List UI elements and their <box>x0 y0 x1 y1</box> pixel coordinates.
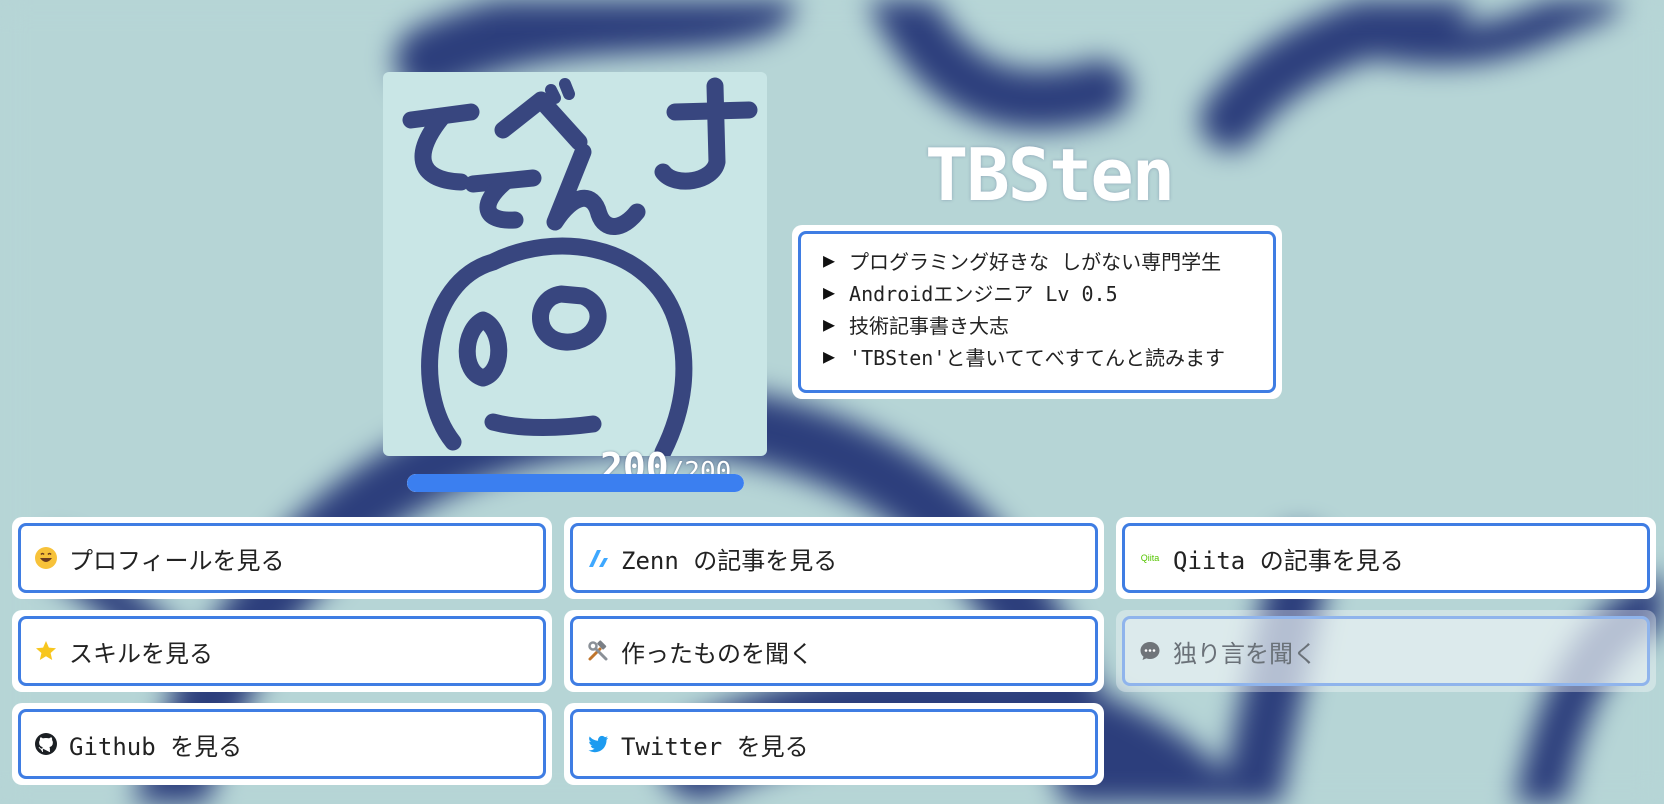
profile-button-label: プロフィールを見る <box>69 546 285 575</box>
qiita-button-label: Qiita の記事を見る <box>1173 546 1404 575</box>
bio-item-text: プログラミング好きな しがない専門学生 <box>849 249 1222 274</box>
works-button[interactable]: 作ったものを聞く <box>564 610 1104 692</box>
triangle-bullet-icon: ▶ <box>823 344 836 368</box>
bio-item-text: 'TBSten'と書いててべすてんと読みます <box>849 345 1225 370</box>
hp-bar <box>407 474 744 492</box>
zenn-button-label: Zenn の記事を見る <box>621 546 838 575</box>
github-button-label: Github を見る <box>69 732 243 761</box>
bio-item-text: Androidエンジニア Lv 0.5 <box>849 281 1118 306</box>
twitter-button-label: Twitter を見る <box>621 732 809 761</box>
hp-bar-fill <box>407 474 744 492</box>
triangle-bullet-icon: ▶ <box>823 312 836 336</box>
github-icon <box>33 731 59 757</box>
triangle-bullet-icon: ▶ <box>823 280 836 304</box>
monologue-button-label: 独り言を聞く <box>1173 639 1317 668</box>
bio-item: ▶ Androidエンジニア Lv 0.5 <box>823 276 1273 308</box>
monologue-button[interactable]: 独り言を聞く <box>1116 610 1656 692</box>
skills-button[interactable]: スキルを見る <box>12 610 552 692</box>
twitter-bird-icon <box>585 731 611 757</box>
bio-card: ▶ プログラミング好きな しがない専門学生 ▶ Androidエンジニア Lv 0.… <box>792 225 1282 399</box>
qiita-logo-icon: Qiita <box>1140 553 1160 563</box>
zenn-logo-icon <box>585 545 611 571</box>
github-button[interactable]: Github を見る <box>12 703 552 785</box>
bio-item: ▶ 技術記事書き大志 <box>823 308 1273 340</box>
profile-name: TBSten <box>925 133 1175 217</box>
bio-item-text: 技術記事書き大志 <box>849 313 1010 338</box>
bio-item: ▶ 'TBSten'と書いててべすてんと読みます <box>823 340 1273 372</box>
zenn-button[interactable]: Zenn の記事を見る <box>564 517 1104 599</box>
star-icon <box>33 638 59 664</box>
avatar <box>383 72 767 456</box>
grinning-face-icon <box>33 545 59 571</box>
hammer-wrench-icon <box>585 638 611 664</box>
skills-button-label: スキルを見る <box>69 639 213 668</box>
speech-bubble-icon <box>1137 638 1163 664</box>
profile-button[interactable]: プロフィールを見る <box>12 517 552 599</box>
works-button-label: 作ったものを聞く <box>621 639 813 668</box>
bio-list: ▶ プログラミング好きな しがない専門学生 ▶ Androidエンジニア Lv 0.… <box>798 231 1276 393</box>
avatar-drawing <box>402 77 758 456</box>
triangle-bullet-icon: ▶ <box>823 248 836 272</box>
qiita-button[interactable]: Qiita Qiita の記事を見る <box>1116 517 1656 599</box>
bio-item: ▶ プログラミング好きな しがない専門学生 <box>823 244 1273 276</box>
twitter-button[interactable]: Twitter を見る <box>564 703 1104 785</box>
